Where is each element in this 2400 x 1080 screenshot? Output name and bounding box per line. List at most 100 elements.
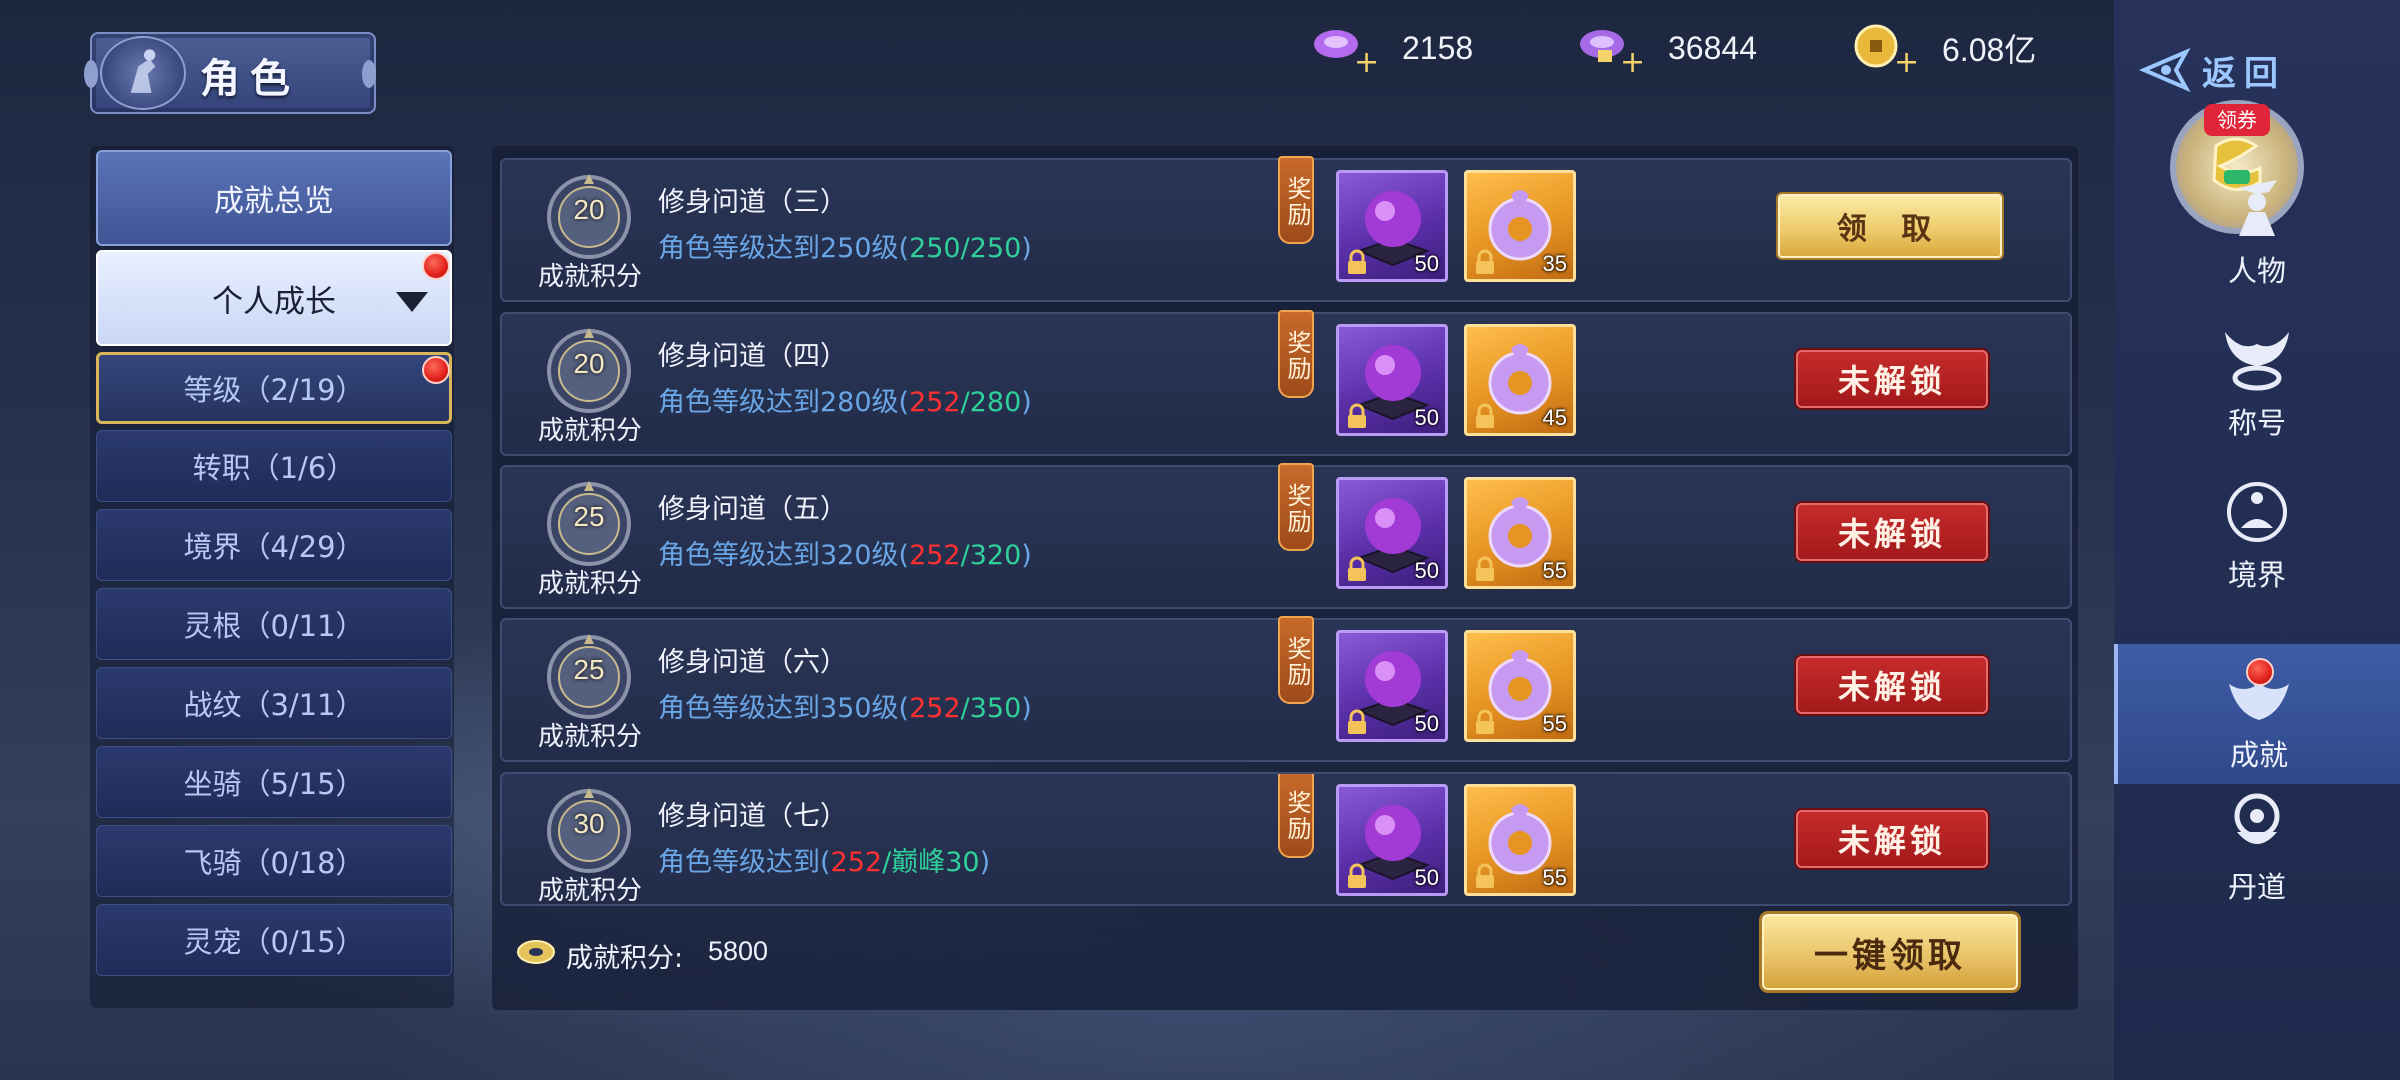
character-icon	[2217, 170, 2297, 242]
sidebar-item-label: 成就总览	[214, 184, 334, 219]
desc-prefix: 角色等级达到280级(	[658, 387, 910, 418]
currency-gold[interactable]: + 6.08亿	[1850, 20, 2036, 80]
sidebar-item-flying-mount[interactable]: 飞骑（0/18）	[96, 825, 452, 897]
score-label: 成就积分:	[566, 943, 684, 974]
currency-jade[interactable]: + 2158	[1310, 20, 1474, 80]
sidebar-item-overview[interactable]: 成就总览	[96, 150, 452, 246]
reward-tag: 奖励	[1278, 310, 1314, 398]
reward-item-purple-orb[interactable]: 50	[1336, 170, 1448, 282]
progress-sep: /	[960, 540, 970, 571]
claim-button[interactable]: 领 取	[1778, 194, 2002, 258]
reward-item-purple-orb[interactable]: 50	[1336, 477, 1448, 589]
achievement-row: 20 成就积分 修身问道（四） 角色等级达到280级(252/280) 奖励 50 45 未解…	[500, 310, 2072, 456]
achievement-desc: 角色等级达到(252/巅峰30)	[658, 840, 990, 879]
back-arrow-icon	[2138, 47, 2191, 93]
item-count: 50	[1414, 711, 1439, 736]
nav-item-realm[interactable]: 境界	[2114, 464, 2400, 604]
locked-button[interactable]: 未解锁	[1796, 656, 1988, 714]
lock-icon	[1345, 863, 1369, 889]
item-count: 55	[1542, 558, 1567, 583]
sidebar-item-growth[interactable]: 个人成长	[96, 250, 452, 346]
progress-sep: /	[960, 233, 970, 264]
nav-item-character[interactable]: 人物	[2114, 160, 2400, 300]
character-emblem-icon	[100, 36, 186, 110]
points-label: 成就积分	[537, 722, 642, 752]
sidebar-item-label: 个人成长	[212, 283, 336, 320]
sidebar-item-battle-mark[interactable]: 战纹（3/11）	[96, 667, 452, 739]
progress-sep: /	[960, 387, 970, 418]
reward-item-jade-ring[interactable]: 55	[1464, 630, 1576, 742]
progress-sep: /	[960, 693, 970, 724]
reward-item-jade-ring[interactable]: 55	[1464, 477, 1576, 589]
page-title: 角色	[200, 56, 300, 102]
reward-item-purple-orb[interactable]: 50	[1336, 784, 1448, 896]
achievement-row: 20 成就积分 修身问道（三） 角色等级达到250级(250/250) 奖励 50 35 领 …	[500, 156, 2072, 302]
title-icon	[2217, 322, 2297, 394]
sidebar-item-realm[interactable]: 境界（4/29）	[96, 509, 452, 581]
nav-label: 称号	[2227, 406, 2286, 440]
points-label: 成就积分	[537, 262, 642, 292]
points-label: 成就积分	[537, 569, 642, 599]
bound-jade-amount: 36844	[1668, 29, 1757, 66]
progress-target: 280	[969, 387, 1022, 418]
lock-icon	[1473, 249, 1497, 275]
item-count: 50	[1414, 251, 1439, 276]
desc-suffix: )	[1021, 387, 1032, 418]
notification-dot	[422, 252, 450, 280]
lock-icon	[1473, 556, 1497, 582]
gold-coin-plus-icon[interactable]: +	[1850, 20, 1919, 80]
points-value: 25	[573, 654, 605, 685]
nav-label: 人物	[2227, 254, 2286, 288]
jade-amount: 2158	[1402, 29, 1474, 66]
achievement-row: 30 成就积分 修身问道（七） 角色等级达到(252/巅峰30) 奖励 50 55 未解锁	[500, 772, 2072, 906]
desc-prefix: 角色等级达到350级(	[658, 693, 910, 724]
reward-item-jade-ring[interactable]: 35	[1464, 170, 1576, 282]
item-count: 35	[1542, 251, 1567, 276]
progress-target: 350	[969, 693, 1022, 724]
reward-tag: 奖励	[1278, 156, 1314, 244]
reward-item-purple-orb[interactable]: 50	[1336, 630, 1448, 742]
lock-icon	[1345, 709, 1369, 735]
score-value: 5800	[708, 936, 769, 966]
nav-label: 成就	[2229, 738, 2288, 772]
sidebar-item-level[interactable]: 等级（2/19）	[96, 352, 452, 424]
locked-button[interactable]: 未解锁	[1796, 350, 1988, 408]
alchemy-icon	[2217, 786, 2297, 858]
achievement-desc: 角色等级达到350级(252/350)	[658, 686, 1032, 725]
nav-label: 丹道	[2227, 870, 2286, 904]
jade-plus-icon[interactable]: +	[1310, 20, 1379, 80]
sidebar-item-spirit-root[interactable]: 灵根（0/11）	[96, 588, 452, 660]
sidebar-item-job[interactable]: 转职（1/6）	[96, 430, 452, 502]
locked-button[interactable]: 未解锁	[1796, 810, 1988, 868]
claim-all-button[interactable]: 一键领取	[1762, 914, 2018, 990]
desc-suffix: )	[979, 847, 991, 878]
lock-icon	[1473, 709, 1497, 735]
item-count: 55	[1542, 711, 1567, 736]
progress-current: 252	[909, 540, 961, 571]
notification-dot	[2246, 658, 2274, 686]
jade-bind-plus-icon[interactable]: +	[1576, 20, 1645, 80]
nav-item-title[interactable]: 称号	[2114, 312, 2400, 452]
sidebar-item-mount[interactable]: 坐骑（5/15）	[96, 746, 452, 818]
lock-icon	[1473, 863, 1497, 889]
desc-prefix: 角色等级达到(	[658, 847, 831, 878]
desc-suffix: )	[1021, 693, 1032, 724]
reward-item-jade-ring[interactable]: 45	[1464, 324, 1576, 436]
progress-target: 320	[969, 540, 1022, 571]
sidebar-item-label: 灵宠（0/15）	[183, 925, 365, 959]
reward-item-jade-ring[interactable]: 55	[1464, 784, 1576, 896]
coupon-badge: 领券	[2204, 104, 2270, 136]
reward-tag: 奖励	[1278, 774, 1314, 858]
points-value: 30	[573, 808, 605, 839]
svg-text:+: +	[1894, 45, 1916, 76]
reward-tag: 奖励	[1278, 616, 1314, 704]
back-button[interactable]: 返回	[2136, 46, 2318, 94]
nav-item-alchemy[interactable]: 丹道	[2114, 776, 2400, 916]
locked-button[interactable]: 未解锁	[1796, 503, 1988, 561]
reward-item-purple-orb[interactable]: 50	[1336, 324, 1448, 436]
sidebar-item-label: 坐骑（5/15）	[183, 767, 365, 801]
sidebar-item-label: 飞骑（0/18）	[183, 846, 365, 880]
currency-bound-jade[interactable]: + 36844	[1576, 20, 1757, 80]
sidebar-item-pet[interactable]: 灵宠（0/15）	[96, 904, 452, 976]
plate-cap-left	[84, 60, 98, 88]
